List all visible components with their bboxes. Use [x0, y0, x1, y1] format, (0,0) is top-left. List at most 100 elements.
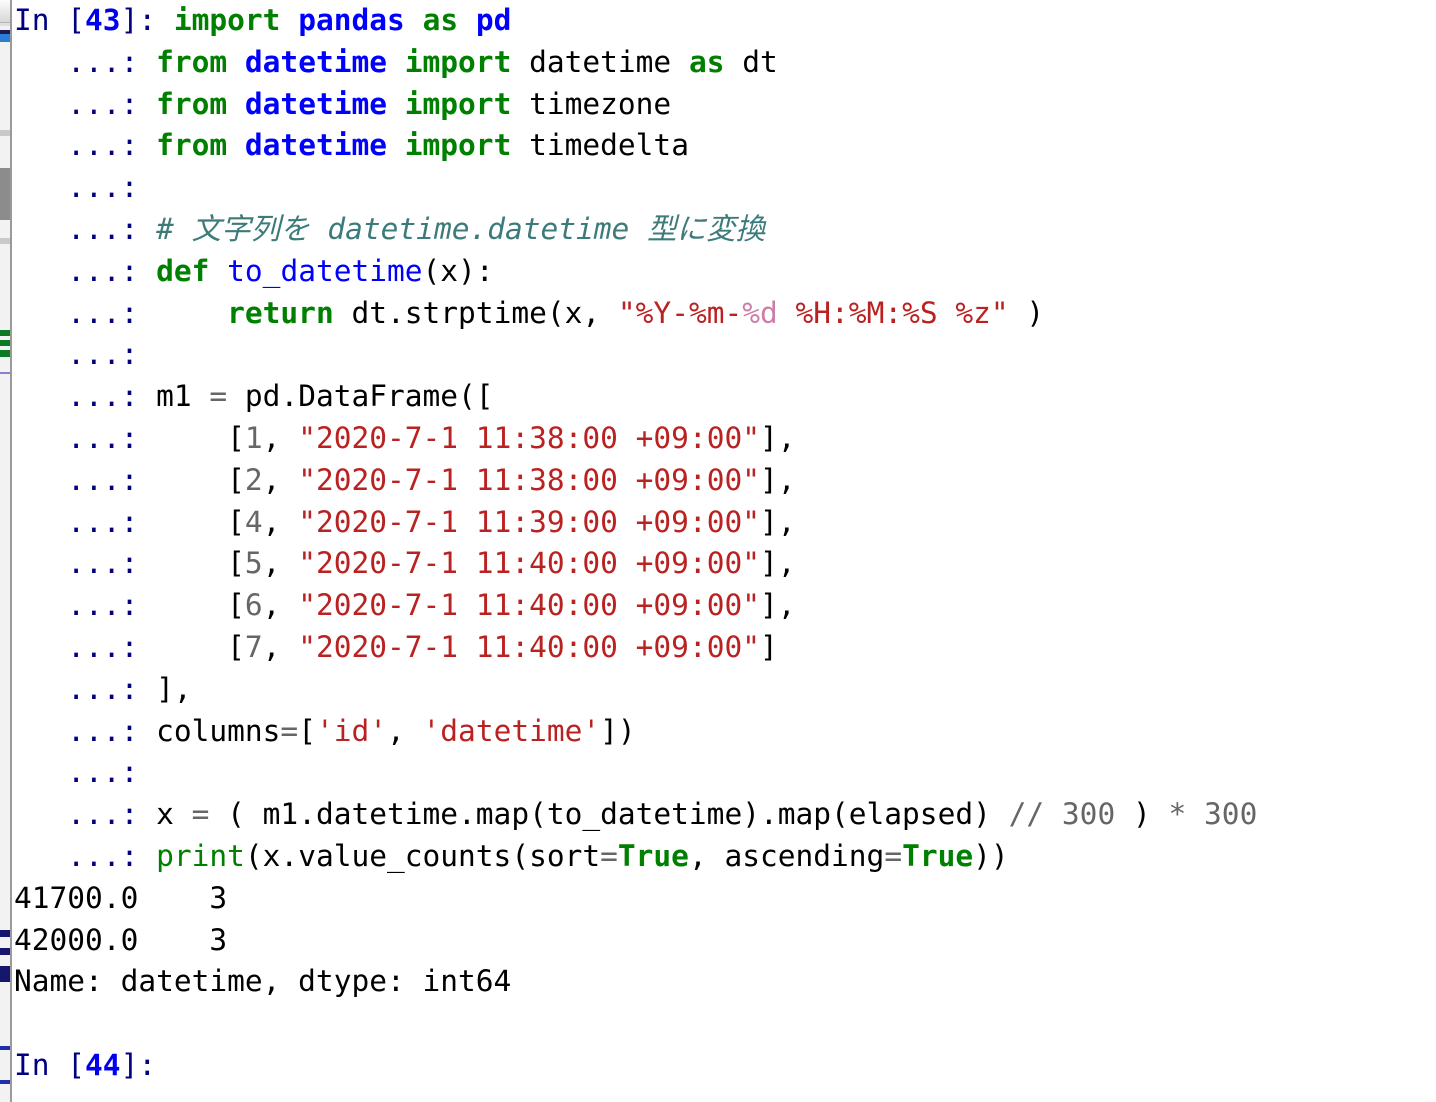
code-token-str: "2020-7-1 11:40:00 +09:00": [298, 546, 760, 581]
console-line: ...: x = ( m1.datetime.map(to_datetime).…: [12, 794, 1436, 836]
code-token-kw: def: [156, 253, 210, 288]
prompt-continuation: ...:: [14, 420, 157, 455]
code-token-strfmt: %d: [742, 295, 778, 330]
code-token-num: 5: [244, 546, 263, 581]
console-line: ...: # 文字列を datetime.datetime 型に変換: [12, 209, 1436, 251]
code-token-num: 7: [244, 629, 263, 664]
console-line: 42000.0 3: [12, 920, 1436, 962]
prompt-continuation: ...:: [14, 588, 157, 623]
code-token-plain: ): [1008, 295, 1045, 330]
code-token-plain: [: [156, 420, 245, 455]
code-token-str: "2020-7-1 11:38:00 +09:00": [298, 420, 760, 455]
scrollbar-up-arrow-icon[interactable]: [0, 0, 10, 23]
console-line: ...:: [12, 167, 1436, 209]
code-token-op: =: [600, 838, 618, 873]
prompt-continuation: ...:: [14, 713, 157, 748]
code-token-name: to_datetime: [227, 253, 423, 288]
text-fragment-navy-4: [0, 1046, 10, 1050]
code-token-plain: dt.strptime(x,: [351, 295, 618, 330]
prompt-continuation: ...:: [14, 337, 157, 372]
code-token-out: Name: datetime, dtype: int64: [14, 964, 512, 999]
prompt-continuation: ...:: [14, 44, 157, 79]
code-token-str: %H:%M:%S %z": [777, 295, 1009, 330]
code-token-builtin: print: [156, 838, 245, 873]
code-token-kw: import: [404, 44, 512, 79]
code-token-kwconst: True: [617, 838, 689, 873]
prompt-continuation: ...:: [14, 629, 157, 664]
console-line: ...: [5, "2020-7-1 11:40:00 +09:00"],: [12, 543, 1436, 585]
console-line: ...:: [12, 752, 1436, 794]
code-token-mod: pd: [475, 3, 512, 37]
code-token-kw: as: [422, 3, 459, 37]
console-line: ...: from datetime import datetime as dt: [12, 42, 1436, 84]
console-line: ...: print(x.value_counts(sort=True, asc…: [12, 836, 1436, 878]
scrollbar-thumb-fragment[interactable]: [0, 168, 10, 220]
console-line: ...: columns=['id', 'datetime']): [12, 711, 1436, 753]
code-token-plain: ],: [759, 462, 796, 497]
code-token-kw: from: [156, 44, 228, 79]
console-line: ...: [7, "2020-7-1 11:40:00 +09:00"]: [12, 627, 1436, 669]
code-token-str: "2020-7-1 11:38:00 +09:00": [298, 462, 760, 497]
code-token-plain: ,: [262, 546, 299, 581]
code-token-str: "2020-7-1 11:40:00 +09:00": [298, 588, 760, 623]
code-token-op: =: [209, 379, 228, 414]
prompt-continuation: ...:: [14, 211, 157, 246]
code-token-op: =: [884, 838, 903, 873]
code-token-plain: ],: [156, 671, 192, 706]
console-line: ...: [2, "2020-7-1 11:38:00 +09:00"],: [12, 460, 1436, 502]
text-fragment-navy-3: [0, 966, 10, 982]
code-token-plain: ],: [759, 504, 796, 539]
console-line: In [43]: import pandas as pd: [12, 0, 1436, 42]
ipython-console[interactable]: In [43]: import pandas as pd ...: from d…: [12, 0, 1436, 1102]
console-line: ...: from datetime import timezone: [12, 84, 1436, 126]
code-token-str: "%Y-%m-: [617, 295, 743, 330]
titlebar-fragment: [0, 30, 10, 34]
text-fragment-green-2: [0, 340, 10, 346]
console-line: ...: [4, "2020-7-1 11:39:00 +09:00"],: [12, 502, 1436, 544]
prompt-continuation: ...:: [14, 295, 157, 330]
code-token-str: "2020-7-1 11:40:00 +09:00": [298, 629, 760, 664]
code-token-plain: ,: [262, 420, 299, 455]
prompt-continuation: ...:: [14, 838, 157, 873]
code-token-plain: x: [156, 797, 192, 832]
code-token-plain: ,: [262, 588, 299, 623]
code-token-kw: return: [227, 295, 334, 330]
code-token-str: "2020-7-1 11:39:00 +09:00": [298, 504, 760, 539]
code-token-plain: ],: [759, 420, 796, 455]
code-token-kwconst: True: [902, 838, 974, 873]
prompt-in-close: ]:: [120, 3, 174, 37]
code-token-plain: ( m1.datetime.map(to_datetime).map(elaps…: [209, 797, 1009, 832]
code-token-plain: [: [156, 546, 245, 581]
prompt-execution-number: 43: [85, 3, 121, 37]
background-window-sliver: [0, 0, 12, 1102]
code-token-plain: ,: [262, 462, 299, 497]
code-token-kw: from: [156, 86, 228, 121]
divider-fragment-2: [0, 238, 10, 244]
code-token-out: 41700.0 3: [14, 880, 228, 915]
code-token-mod: datetime: [244, 86, 387, 121]
text-fragment-purple: [0, 372, 10, 374]
code-token-plain: [: [298, 713, 316, 748]
code-token-plain: columns: [156, 713, 281, 748]
code-token-plain: datetime: [529, 44, 672, 79]
code-token-plain: timezone: [529, 86, 672, 121]
text-fragment-green-1: [0, 330, 10, 336]
text-fragment-navy-2: [0, 948, 10, 955]
code-token-num: 1: [244, 420, 263, 455]
prompt-continuation: ...:: [14, 504, 157, 539]
console-line: ...: return dt.strptime(x, "%Y-%m-%d %H:…: [12, 293, 1436, 335]
text-fragment-navy-5: [0, 1080, 10, 1084]
prompt-continuation: ...:: [14, 797, 157, 832]
prompt-continuation: ...:: [14, 462, 157, 497]
